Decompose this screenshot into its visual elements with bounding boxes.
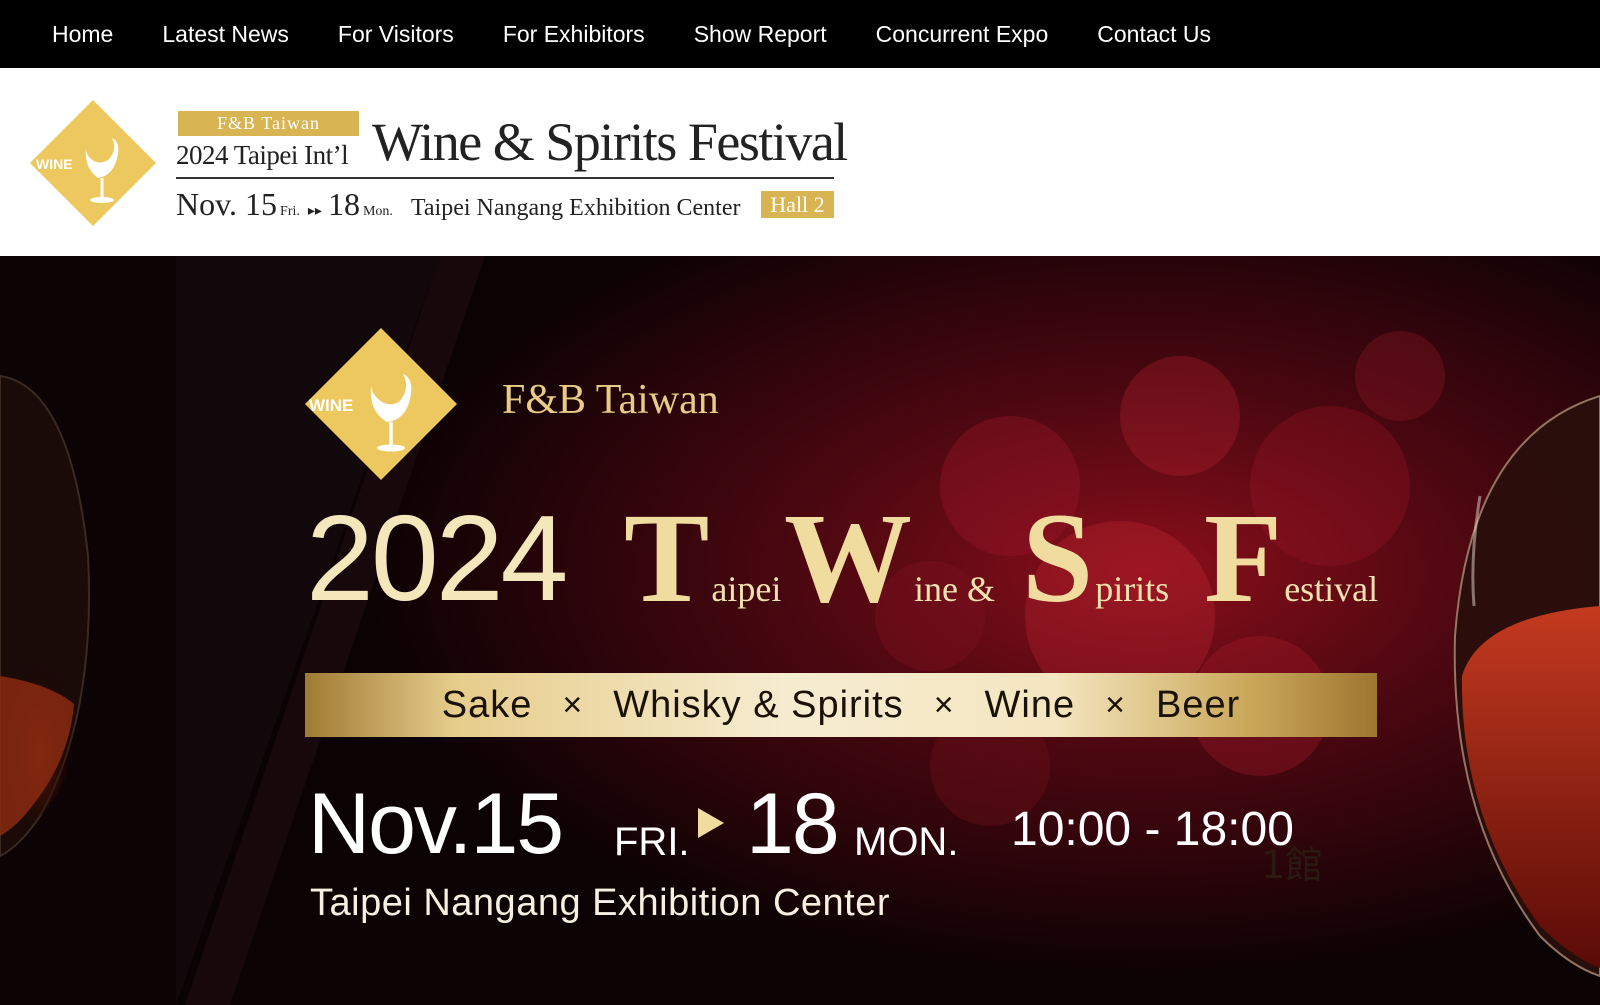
category-bar: Sake × Whisky & Spirits × Wine × Beer bbox=[305, 673, 1377, 737]
wine-logo[interactable]: WINE bbox=[28, 98, 158, 228]
double-arrow-icon: ▸▸ bbox=[307, 204, 322, 219]
logo-wordmark-large: WINE bbox=[309, 396, 353, 415]
header-day-start: Fri. bbox=[280, 204, 300, 219]
header-date-end: 18 bbox=[327, 186, 360, 222]
hero-tag: F&B Taiwan bbox=[502, 377, 719, 423]
header-date: Nov. 15 Fri. ▸▸ 18 Mon. Taipei Nangang E… bbox=[176, 186, 740, 223]
hero-year: 2024 bbox=[306, 490, 568, 626]
nav-latest-news[interactable]: Latest News bbox=[162, 21, 289, 48]
title-cap-w: W bbox=[784, 487, 912, 629]
title-word-wine: Wine & bbox=[784, 493, 995, 662]
title-cap-t: T bbox=[624, 487, 710, 629]
separator-x: × bbox=[933, 685, 955, 724]
category-whisky-spirits: Whisky & Spirits bbox=[613, 683, 904, 726]
title-rest-ine: ine & bbox=[914, 569, 995, 609]
hall-badge: Hall 2 bbox=[761, 191, 834, 218]
title-word-festival: Festival bbox=[1204, 493, 1378, 662]
hero-date-end: 18 bbox=[746, 776, 840, 872]
title-rest-aipei: aipei bbox=[711, 569, 782, 609]
hero-day-end: MON. bbox=[854, 820, 959, 864]
nav-for-visitors[interactable]: For Visitors bbox=[338, 21, 454, 48]
title-cap-s: S bbox=[1022, 487, 1094, 629]
header-day-end: Mon. bbox=[362, 204, 393, 219]
hero-venue: Taipei Nangang Exhibition Center bbox=[310, 882, 891, 924]
nav-show-report[interactable]: Show Report bbox=[694, 21, 827, 48]
top-nav: Home Latest News For Visitors For Exhibi… bbox=[0, 0, 1600, 68]
category-sake: Sake bbox=[441, 683, 533, 726]
header-title: Wine & Spirits Festival bbox=[372, 112, 848, 172]
title-word-spirits: Spirits bbox=[1022, 493, 1169, 662]
header-tag: F&B Taiwan bbox=[178, 111, 359, 136]
header-divider bbox=[176, 177, 834, 179]
separator-x: × bbox=[1105, 685, 1126, 724]
nav-contact-us[interactable]: Contact Us bbox=[1097, 21, 1211, 48]
title-rest-pirits: pirits bbox=[1095, 569, 1170, 609]
title-rest-estival: estival bbox=[1284, 569, 1379, 609]
play-arrow-icon bbox=[698, 808, 724, 838]
header-subtitle: 2024 Taipei Int’l bbox=[176, 140, 349, 170]
hero-day-start: FRI. bbox=[614, 820, 690, 864]
nav-concurrent-expo[interactable]: Concurrent Expo bbox=[876, 21, 1049, 48]
hero-date-start: Nov.15 bbox=[308, 776, 564, 872]
hero-banner: WINE F&B Taiwan 2024 Taipei Wine & Spiri… bbox=[0, 256, 1600, 1005]
nav-home[interactable]: Home bbox=[52, 21, 113, 48]
site-header: WINE F&B Taiwan 2024 Taipei Int’l Wine &… bbox=[0, 68, 1600, 256]
hall-label-zh: 1館 bbox=[1261, 843, 1324, 887]
category-beer: Beer bbox=[1155, 683, 1241, 726]
logo-wordmark: WINE bbox=[36, 156, 73, 172]
separator-x: × bbox=[562, 685, 584, 724]
title-word-taipei: Taipei bbox=[624, 493, 781, 662]
header-venue: Taipei Nangang Exhibition Center bbox=[410, 195, 741, 221]
header-date-start: Nov. 15 bbox=[176, 186, 278, 222]
category-wine: Wine bbox=[984, 683, 1076, 726]
hero-title: 2024 Taipei Wine & Spirits Festival bbox=[306, 493, 1406, 623]
hero-time: 10:00 - 18:00 bbox=[1011, 803, 1294, 856]
title-cap-f: F bbox=[1204, 487, 1283, 629]
nav-for-exhibitors[interactable]: For Exhibitors bbox=[503, 21, 645, 48]
wine-logo-large: WINE bbox=[305, 328, 457, 480]
